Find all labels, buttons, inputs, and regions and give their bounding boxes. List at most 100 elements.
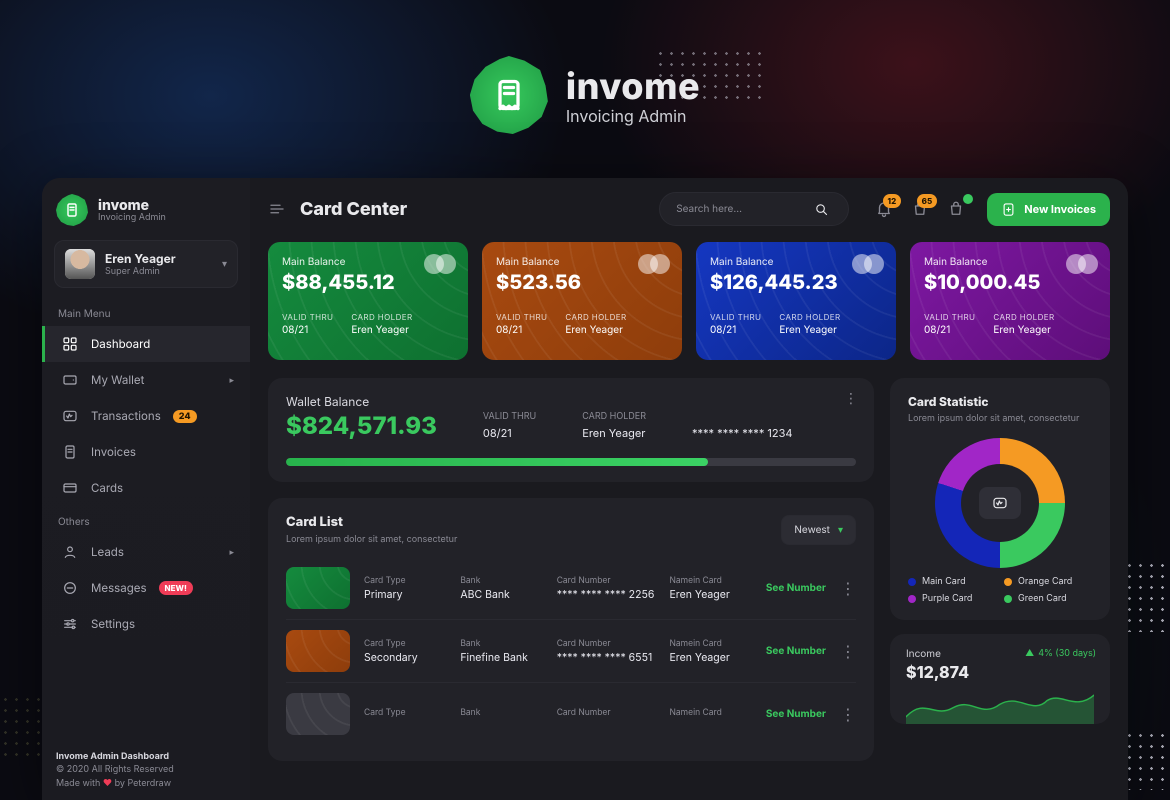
card-list-panel: Card List Lorem ipsum dolor sit amet, co… bbox=[268, 498, 874, 761]
sort-dropdown[interactable]: Newest ▾ bbox=[781, 515, 856, 545]
see-number-link[interactable]: See Number bbox=[766, 582, 826, 594]
sidebar-item-transactions[interactable]: Transactions 24 bbox=[42, 398, 250, 434]
plus-file-icon bbox=[1001, 202, 1016, 217]
footer-by: by Peterdraw bbox=[112, 778, 171, 789]
col-bank-label: Bank bbox=[460, 576, 542, 586]
main: Card Center 12 65 bbox=[250, 178, 1128, 800]
wallet-valid-label: VALID THRU bbox=[483, 411, 536, 422]
wallet-valid: 08/21 bbox=[483, 426, 536, 440]
row-more-menu[interactable]: ⋮ bbox=[840, 704, 856, 724]
legend-item: Green Card bbox=[1004, 593, 1092, 604]
sidebar-item-label: Cards bbox=[91, 481, 123, 495]
new-invoices-button[interactable]: New Invoices bbox=[987, 193, 1110, 226]
brand-tag: Invoicing Admin bbox=[98, 213, 166, 223]
footer-line-2: © 2020 All Rights Reserved bbox=[56, 764, 174, 775]
row-more-menu[interactable]: ⋮ bbox=[840, 578, 856, 598]
balance-card[interactable]: Main Balance $126,445.23 VALID THRU08/21… bbox=[696, 242, 896, 360]
sidebar-item-dashboard[interactable]: Dashboard bbox=[42, 326, 250, 362]
user-icon bbox=[61, 543, 79, 561]
chip-icon bbox=[979, 487, 1021, 519]
hero-logo bbox=[470, 56, 548, 134]
new-invoices-label: New Invoices bbox=[1024, 202, 1096, 216]
valid-thru-label: VALID THRU bbox=[282, 312, 333, 322]
notifications-badge: 12 bbox=[883, 194, 902, 208]
wallet-panel: ⋮ Wallet Balance $824,571.93 VALID THRU … bbox=[268, 378, 874, 482]
sidebar-item-invoices[interactable]: Invoices bbox=[42, 434, 250, 470]
card-list-title: Card List bbox=[286, 514, 457, 530]
card-thumbnail bbox=[286, 567, 350, 609]
valid-thru-label: VALID THRU bbox=[924, 312, 975, 322]
section-label-others: Others bbox=[42, 506, 250, 534]
income-sparkline bbox=[906, 688, 1094, 724]
sidebar-item-messages[interactable]: Messages NEW! bbox=[42, 570, 250, 606]
chevron-down-icon: ▾ bbox=[838, 524, 843, 536]
section-label-main: Main Menu bbox=[42, 298, 250, 326]
col-type-label: Card Type bbox=[364, 708, 446, 718]
row-more-menu[interactable]: ⋮ bbox=[840, 641, 856, 661]
search-icon bbox=[814, 202, 829, 217]
card-holder: Eren Yeager bbox=[993, 324, 1054, 336]
cart-button[interactable]: 65 bbox=[911, 200, 929, 218]
sliders-icon bbox=[61, 615, 79, 633]
col-num-value: **** **** **** 6551 bbox=[557, 651, 656, 664]
legend-item: Orange Card bbox=[1004, 576, 1092, 587]
income-panel: ▲ 4% (30 days) Income $12,874 bbox=[890, 634, 1110, 724]
brand[interactable]: invome Invoicing Admin bbox=[42, 194, 250, 226]
col-bank-value: ABC Bank bbox=[460, 588, 542, 601]
table-row: Card TypePrimary BankABC Bank Card Numbe… bbox=[286, 557, 856, 619]
chevron-right-icon: ▸ bbox=[229, 375, 234, 386]
file-icon bbox=[61, 443, 79, 461]
card-holder-label: CARD HOLDER bbox=[993, 312, 1054, 322]
brand-logo bbox=[56, 194, 88, 226]
sidebar-item-leads[interactable]: Leads ▸ bbox=[42, 534, 250, 570]
col-name-label: Namein Card bbox=[670, 708, 752, 718]
notifications-button[interactable]: 12 bbox=[875, 200, 893, 218]
menu-icon bbox=[268, 200, 286, 218]
page-title: Card Center bbox=[300, 199, 407, 220]
donut-chart bbox=[935, 438, 1065, 568]
sort-value: Newest bbox=[794, 524, 830, 536]
col-num-value: **** **** **** 2256 bbox=[557, 588, 656, 601]
stat-sub: Lorem ipsum dolor sit amet, consectetur bbox=[908, 413, 1092, 424]
legend-item: Purple Card bbox=[908, 593, 996, 604]
legend-label: Main Card bbox=[922, 576, 966, 587]
sidebar-footer: Invome Admin Dashboard © 2020 All Rights… bbox=[56, 750, 174, 791]
balance-card[interactable]: Main Balance $523.56 VALID THRU08/21 CAR… bbox=[482, 242, 682, 360]
wallet-progress bbox=[286, 458, 856, 466]
sidebar-item-settings[interactable]: Settings bbox=[42, 606, 250, 642]
alerts-button[interactable] bbox=[947, 200, 965, 218]
col-bank-value: Finefine Bank bbox=[460, 651, 542, 664]
search-input[interactable] bbox=[674, 202, 804, 216]
valid-thru: 08/21 bbox=[496, 324, 547, 336]
heart-icon: ❤ bbox=[103, 778, 112, 789]
cart-badge: 65 bbox=[917, 194, 938, 208]
card-holder: Eren Yeager bbox=[351, 324, 412, 336]
col-num-label: Card Number bbox=[557, 708, 656, 718]
legend-label: Green Card bbox=[1018, 593, 1067, 604]
sidebar-item-cards[interactable]: Cards bbox=[42, 470, 250, 506]
balance-card[interactable]: Main Balance $10,000.45 VALID THRU08/21 … bbox=[910, 242, 1110, 360]
card-label: Main Balance bbox=[710, 256, 882, 268]
col-num-label: Card Number bbox=[557, 576, 656, 586]
sidebar-item-wallet[interactable]: My Wallet ▸ bbox=[42, 362, 250, 398]
user-card[interactable]: Eren Yeager Super Admin ▾ bbox=[54, 240, 238, 288]
see-number-link[interactable]: See Number bbox=[766, 708, 826, 720]
see-number-link[interactable]: See Number bbox=[766, 645, 826, 657]
col-type-label: Card Type bbox=[364, 639, 446, 649]
menu-toggle[interactable] bbox=[268, 200, 286, 218]
col-name-value: Eren Yeager bbox=[670, 588, 752, 601]
sidebar-item-label: Transactions bbox=[91, 409, 161, 423]
receipt-icon bbox=[64, 202, 80, 218]
decorative-dots bbox=[1124, 730, 1170, 790]
balance-card[interactable]: Main Balance $88,455.12 VALID THRU08/21 … bbox=[268, 242, 468, 360]
table-row: Card TypeSecondary BankFinefine Bank Car… bbox=[286, 619, 856, 682]
search-box[interactable] bbox=[659, 192, 849, 226]
more-menu[interactable]: ⋮ bbox=[844, 390, 860, 407]
card-label: Main Balance bbox=[282, 256, 454, 268]
card-table: Card TypePrimary BankABC Bank Card Numbe… bbox=[286, 557, 856, 745]
hero-subtitle: Invoicing Admin bbox=[566, 106, 700, 126]
transactions-badge: 24 bbox=[173, 410, 197, 423]
legend-label: Orange Card bbox=[1018, 576, 1072, 587]
col-type-value: Secondary bbox=[364, 651, 446, 664]
sidebar-item-label: Messages bbox=[91, 581, 147, 595]
